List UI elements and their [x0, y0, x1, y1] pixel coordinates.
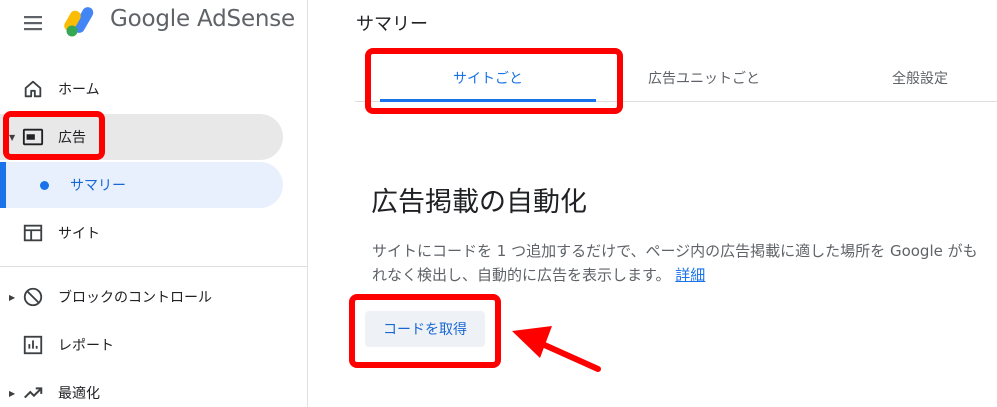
menu-icon	[24, 16, 42, 31]
selection-indicator	[0, 162, 6, 208]
ad-unit-icon	[22, 128, 44, 146]
page-title: サマリー	[356, 14, 428, 35]
active-tab-indicator	[380, 99, 596, 102]
section-description: サイトにコードを 1 つ追加するだけで、ページ内の広告掲載に適した場所を Goo…	[372, 239, 982, 287]
sidebar-item-label: 最適化	[58, 386, 100, 402]
sidebar-section-divider	[0, 266, 307, 267]
top-bar: Google AdSense サマリー	[0, 0, 997, 48]
report-icon	[23, 335, 43, 355]
sidebar-item-label: ブロックのコントロール	[58, 290, 212, 306]
tab-by-site[interactable]: サイトごと	[380, 54, 596, 102]
sidebar-item-sites[interactable]: サイト	[0, 210, 283, 256]
caret-right-icon: ▶	[9, 388, 16, 398]
brand-name: Google AdSense	[110, 6, 296, 32]
section-heading: 広告掲載の自動化	[371, 187, 587, 218]
sidebar-item-label: 広告	[58, 130, 86, 146]
sidebar-item-home[interactable]: ホーム	[0, 66, 283, 112]
sites-icon	[23, 224, 43, 242]
sidebar-item-label: サマリー	[70, 178, 126, 194]
home-icon	[24, 80, 42, 98]
sidebar-item-summary[interactable]: サマリー	[0, 162, 283, 208]
tab-by-ad-unit[interactable]: 広告ユニットごと	[596, 54, 812, 102]
caret-down-icon: ▼	[9, 132, 16, 142]
dot-icon	[40, 181, 49, 190]
sidebar-divider	[307, 0, 308, 407]
menu-button[interactable]	[18, 10, 48, 36]
sidebar-item-label: ホーム	[58, 82, 100, 98]
tab-bar: サイトごと 広告ユニットごと 全般設定	[355, 54, 997, 102]
sidebar-item-label: レポート	[58, 338, 114, 354]
block-icon	[23, 287, 43, 307]
sidebar-item-reports[interactable]: レポート	[0, 322, 283, 368]
sidebar-item-label: サイト	[58, 226, 100, 242]
caret-right-icon: ▶	[9, 292, 16, 302]
sidebar-item-ads[interactable]: ▼ 広告	[0, 114, 283, 160]
tab-general-settings[interactable]: 全般設定	[812, 54, 997, 102]
trending-up-icon	[24, 387, 43, 399]
adsense-logo-icon[interactable]	[64, 4, 102, 38]
get-code-button[interactable]: コードを取得	[365, 311, 485, 347]
sidebar-item-optimization[interactable]: ▶ 最適化	[0, 370, 283, 407]
sidebar-item-block-controls[interactable]: ▶ ブロックのコントロール	[0, 274, 283, 320]
details-link[interactable]: 詳細	[675, 266, 705, 284]
